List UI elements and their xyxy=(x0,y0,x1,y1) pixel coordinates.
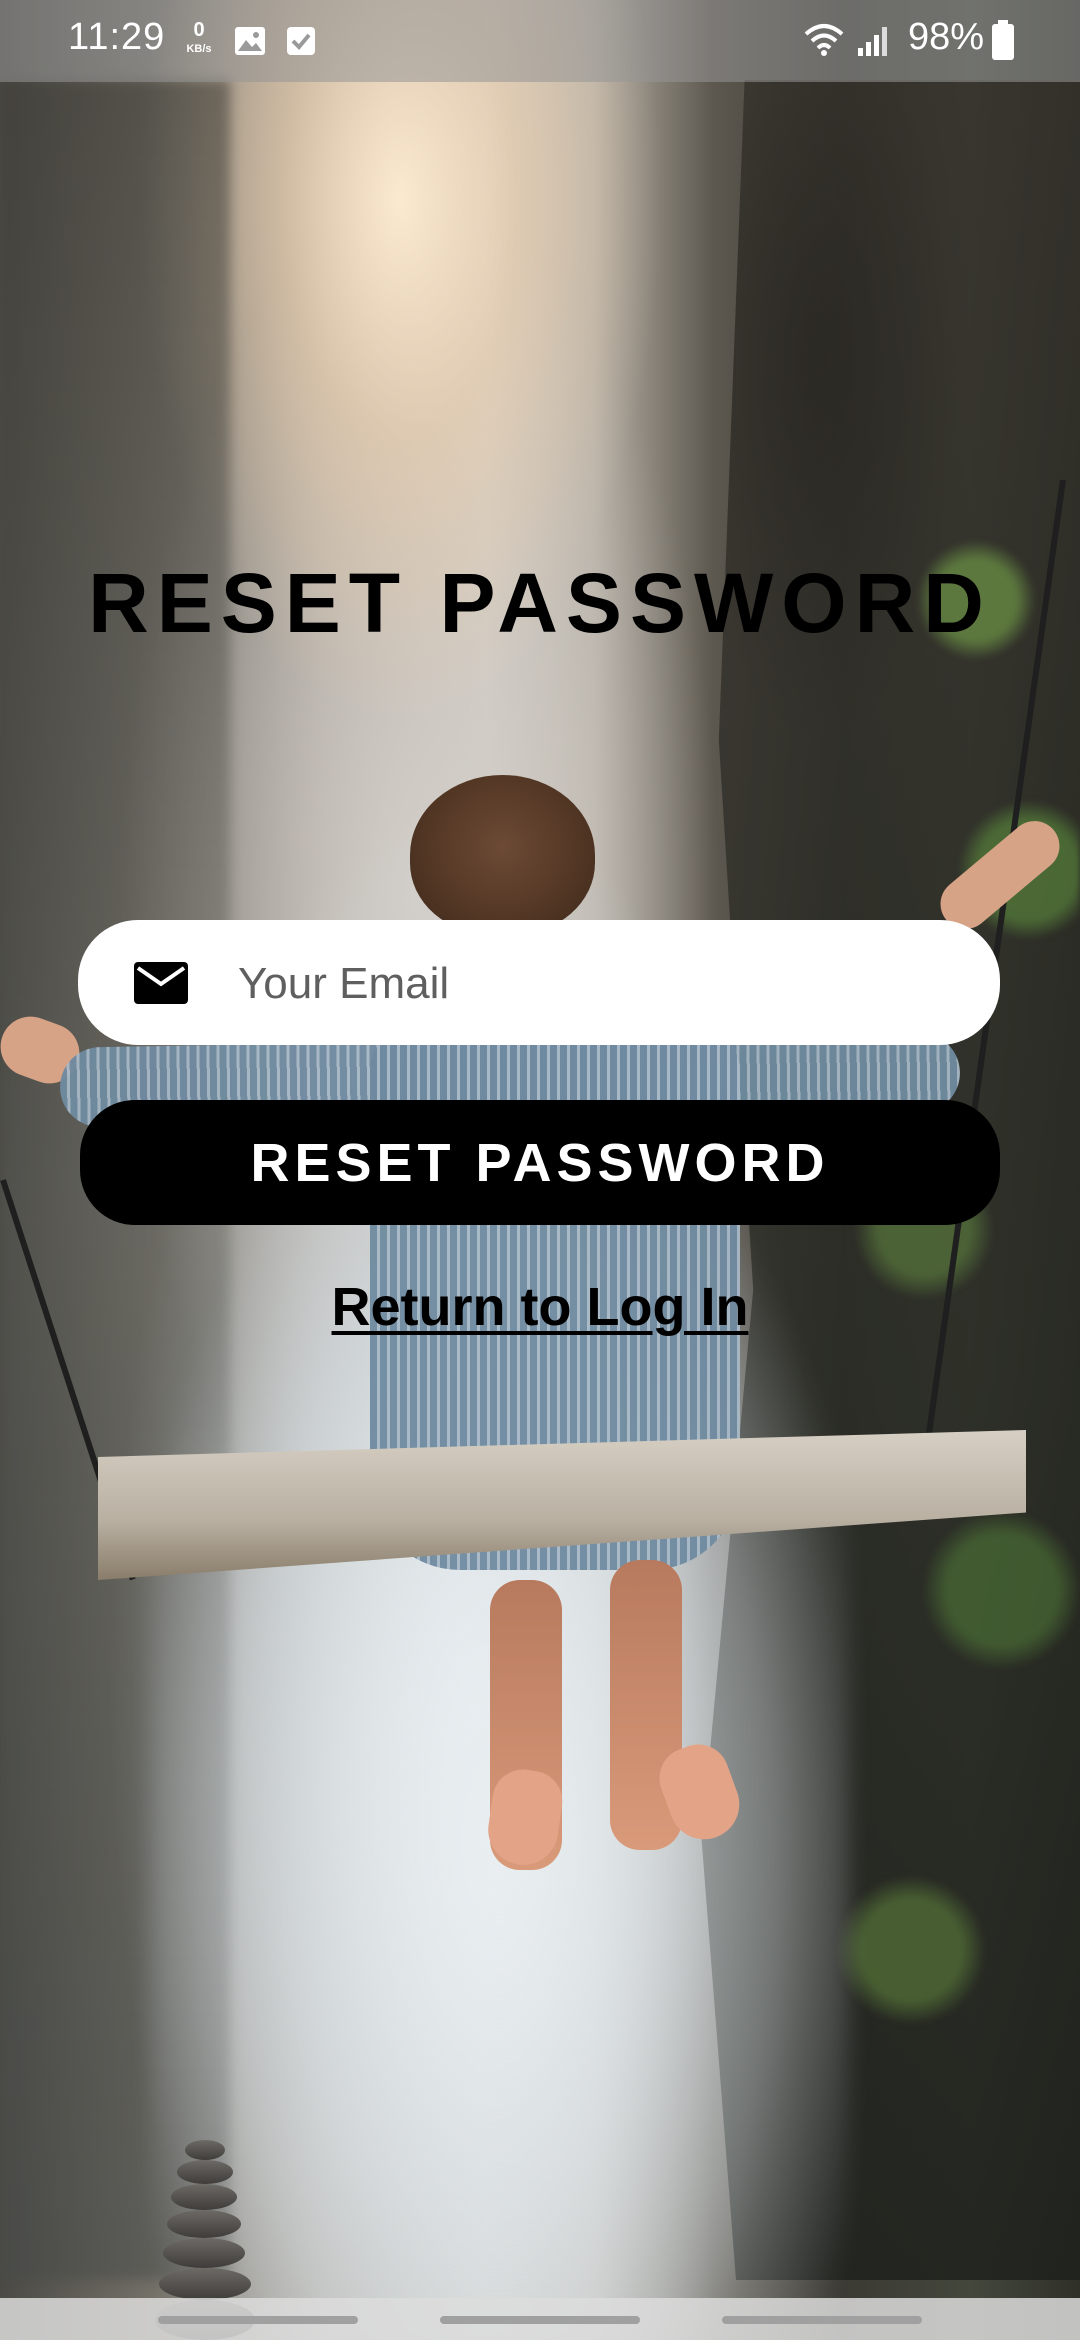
email-field[interactable] xyxy=(78,920,1000,1047)
status-bar: 11:29 0 KB/s 98% xyxy=(0,0,1080,82)
reset-password-screen: 11:29 0 KB/s 98% RESET PASSWORD Your Ema… xyxy=(0,0,1080,2340)
battery-icon xyxy=(992,20,1014,65)
mail-icon xyxy=(134,962,188,1004)
person-head xyxy=(410,775,595,935)
image-icon xyxy=(234,26,266,61)
network-speed-unit: KB/s xyxy=(186,43,212,55)
status-time: 11:29 xyxy=(68,16,166,58)
nav-back-button[interactable] xyxy=(722,2316,922,2324)
network-speed-value: 0 xyxy=(193,19,205,41)
signal-icon xyxy=(856,24,890,63)
email-input[interactable] xyxy=(236,920,960,1047)
battery-percent: 98% xyxy=(908,16,985,58)
return-to-login-link[interactable]: Return to Log In xyxy=(0,1276,1080,1338)
network-speed: 0 KB/s xyxy=(178,20,220,55)
reset-password-button[interactable]: RESET PASSWORD xyxy=(80,1100,1000,1225)
page-title: RESET PASSWORD xyxy=(88,556,992,650)
navigation-bar xyxy=(0,2298,1080,2340)
nav-recents-button[interactable] xyxy=(158,2316,358,2324)
nav-home-button[interactable] xyxy=(440,2316,640,2324)
checkbox-icon xyxy=(286,26,316,61)
wifi-icon xyxy=(804,22,844,63)
